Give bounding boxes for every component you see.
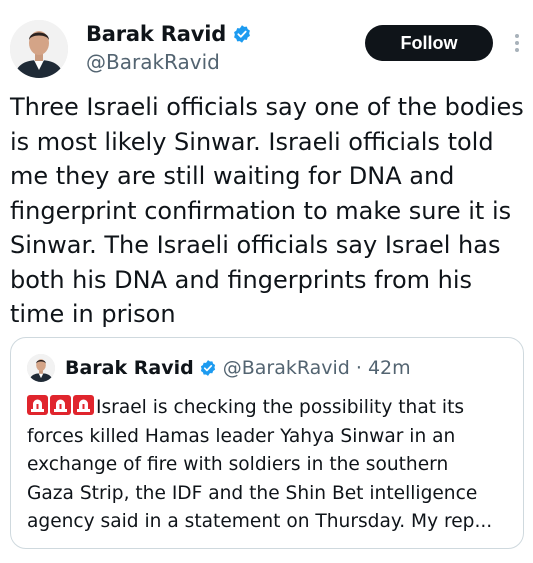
quoted-author-name: Barak Ravid: [65, 357, 194, 379]
follow-button[interactable]: Follow: [365, 25, 493, 61]
siren-icon: [50, 395, 71, 415]
quoted-tweet-body: Israel is checking the possibility that …: [27, 397, 493, 532]
quoted-tweet-card[interactable]: Barak Ravid @BarakRavid · 42m Israel is …: [10, 337, 524, 549]
author-name[interactable]: Barak Ravid: [86, 22, 226, 46]
quoted-tweet-header: Barak Ravid @BarakRavid · 42m: [27, 353, 411, 383]
quoted-author-avatar: [27, 354, 55, 382]
author-avatar[interactable]: [10, 20, 68, 78]
tweet-body-text: Three Israeli officials say one of the b…: [10, 93, 524, 328]
tweet-header: Barak Ravid @BarakRavid Follow: [10, 18, 525, 80]
siren-icon: [27, 395, 48, 415]
siren-icon: [73, 395, 94, 415]
verified-badge-icon: [234, 25, 250, 43]
verified-badge-icon: [200, 360, 215, 376]
author-handle[interactable]: @BarakRavid: [86, 50, 220, 74]
more-options-icon[interactable]: [514, 33, 520, 53]
quoted-author-handle-time: @BarakRavid · 42m: [222, 357, 411, 379]
quoted-tweet-text: Israel is checking the possibility that …: [27, 394, 517, 537]
